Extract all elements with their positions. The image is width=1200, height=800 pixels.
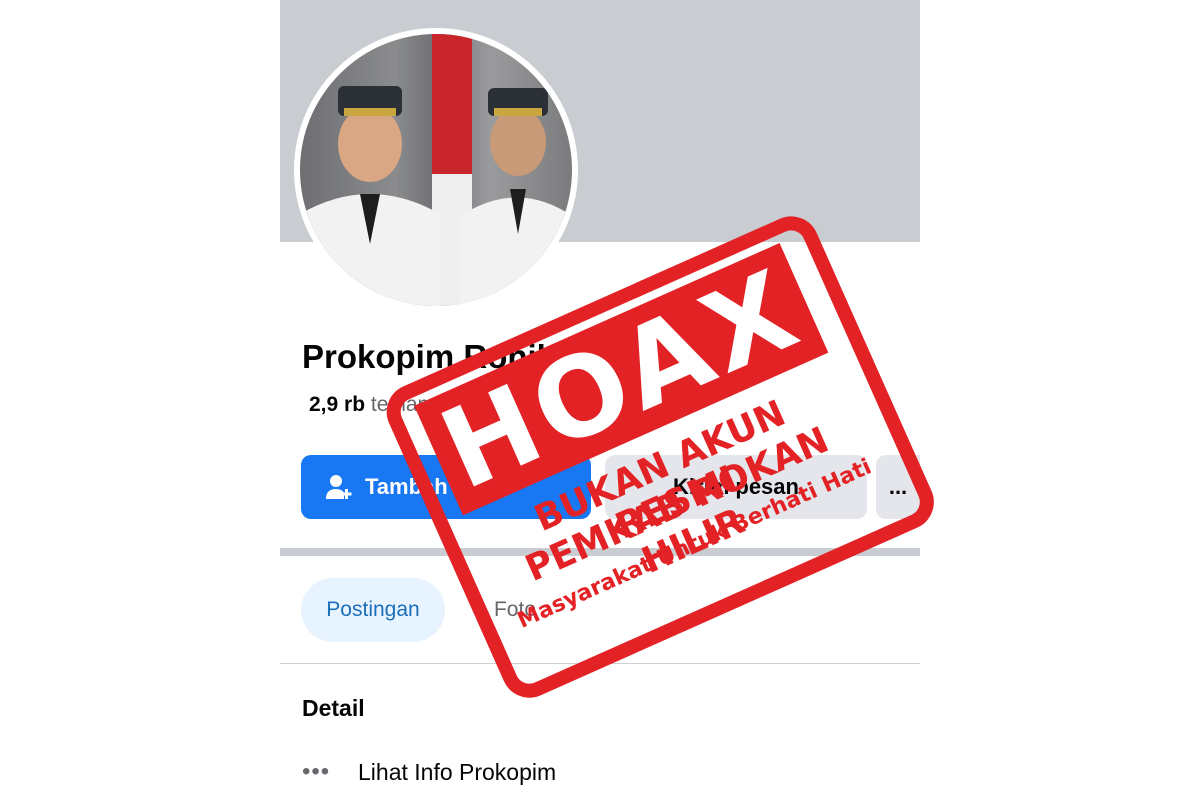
tab-posts[interactable]: Postingan [301,578,445,642]
view-info-label: Lihat Info Prokopim [358,758,557,785]
friends-count: 2,9 rb [309,393,366,416]
more-dots-icon: ••• [302,758,331,785]
view-info-row[interactable]: ••• Lihat Info Prokopim [302,752,556,792]
details-heading: Detail [302,695,365,721]
add-friend-icon [326,475,352,499]
avatar-photo [300,34,572,306]
profile-avatar[interactable] [294,28,578,312]
officials-portrait-image [300,34,572,306]
tab-posts-label: Postingan [326,598,420,621]
